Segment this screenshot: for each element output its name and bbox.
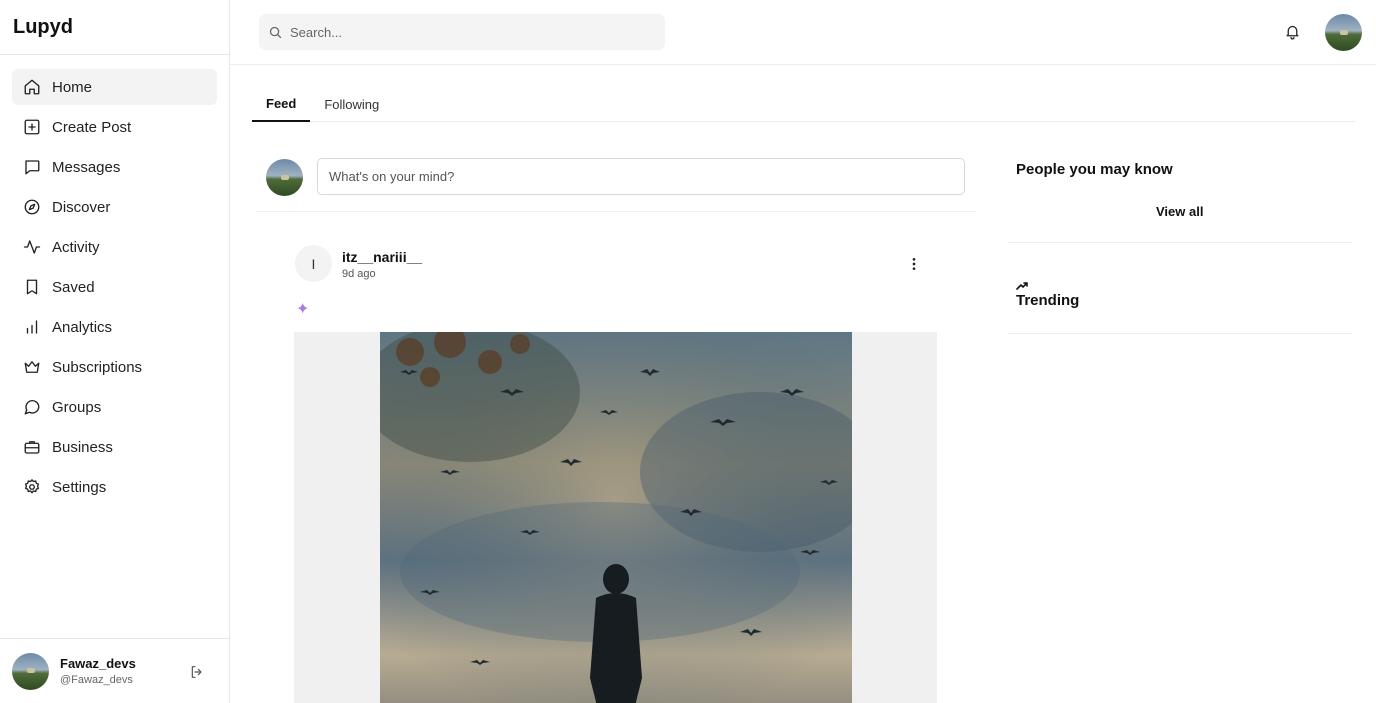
bar-chart-icon [23, 318, 41, 336]
bookmark-icon [23, 278, 41, 296]
post-image[interactable] [294, 332, 937, 703]
post-author-avatar[interactable]: I [295, 245, 332, 282]
plus-square-icon [23, 118, 41, 136]
sidebar-item-label: Home [52, 78, 93, 96]
sidebar-nav: Home Create Post Messages Discover Activ… [0, 55, 229, 523]
sidebar-item-label: Business [52, 438, 113, 456]
user-handle: @Fawaz_devs [60, 674, 133, 686]
gear-icon [23, 478, 41, 496]
chat-bubble-icon [23, 398, 41, 416]
post-composer [256, 150, 976, 212]
sidebar-item-messages[interactable]: Messages [12, 149, 217, 185]
sidebar-item-groups[interactable]: Groups [12, 389, 217, 425]
sidebar-item-label: Analytics [52, 318, 113, 336]
search-box[interactable] [259, 14, 665, 50]
post-emoji: ✦ [296, 301, 310, 318]
bell-icon[interactable] [1284, 23, 1301, 40]
top-bar [230, 0, 1376, 65]
sidebar-item-saved[interactable]: Saved [12, 269, 217, 305]
sidebar-item-label: Groups [52, 398, 102, 416]
activity-icon [23, 238, 41, 256]
search-icon [269, 26, 282, 38]
user-meta: Fawaz_devs @Fawaz_devs [60, 656, 136, 686]
view-all-link[interactable]: View all [1156, 204, 1203, 219]
user-name: Fawaz_devs [60, 656, 136, 671]
sidebar-item-business[interactable]: Business [12, 429, 217, 465]
sidebar-item-analytics[interactable]: Analytics [12, 309, 217, 345]
divider [1008, 333, 1352, 334]
more-options-icon[interactable] [906, 256, 922, 272]
sidebar-item-label: Saved [52, 278, 95, 296]
avatar[interactable] [1325, 14, 1362, 51]
sidebar-item-label: Activity [52, 238, 100, 256]
crown-icon [23, 358, 41, 376]
sidebar-item-subscriptions[interactable]: Subscriptions [12, 349, 217, 385]
sidebar-item-discover[interactable]: Discover [12, 189, 217, 225]
sidebar-item-activity[interactable]: Activity [12, 229, 217, 265]
divider [1008, 242, 1352, 243]
composer-input[interactable] [317, 158, 965, 195]
trending-title: Trending [1016, 292, 1080, 309]
post-timestamp: 9d ago [342, 268, 376, 280]
current-user-card[interactable]: Fawaz_devs @Fawaz_devs [0, 638, 229, 703]
sidebar-item-label: Messages [52, 158, 121, 176]
trending-icon [1016, 278, 1028, 290]
tab-feed[interactable]: Feed [252, 86, 311, 122]
briefcase-icon [23, 438, 41, 456]
sidebar-item-label: Subscriptions [52, 358, 143, 376]
brand-logo[interactable]: Lupyd [0, 0, 229, 55]
search-input[interactable] [290, 24, 650, 40]
sidebar-item-settings[interactable]: Settings [12, 469, 217, 505]
avatar[interactable] [266, 159, 303, 196]
sidebar-item-create-post[interactable]: Create Post [12, 109, 217, 145]
avatar[interactable] [12, 652, 49, 690]
tab-following[interactable]: Following [310, 86, 393, 122]
compass-icon [23, 198, 41, 216]
home-icon [23, 78, 41, 96]
sidebar-item-label: Discover [52, 198, 111, 216]
post-image-artwork [380, 332, 852, 703]
post-author-name[interactable]: itz__nariii__ [342, 249, 422, 265]
people-you-may-know-title: People you may know [1016, 161, 1173, 178]
message-icon [23, 158, 41, 176]
sidebar-item-label: Create Post [52, 118, 132, 136]
sidebar-item-home[interactable]: Home [12, 69, 217, 105]
sidebar: Lupyd Home Create Post Messages Discover… [0, 0, 230, 703]
feed-tabs: Feed Following [252, 86, 1356, 122]
sidebar-item-label: Settings [52, 478, 107, 496]
logout-icon[interactable] [189, 664, 205, 680]
